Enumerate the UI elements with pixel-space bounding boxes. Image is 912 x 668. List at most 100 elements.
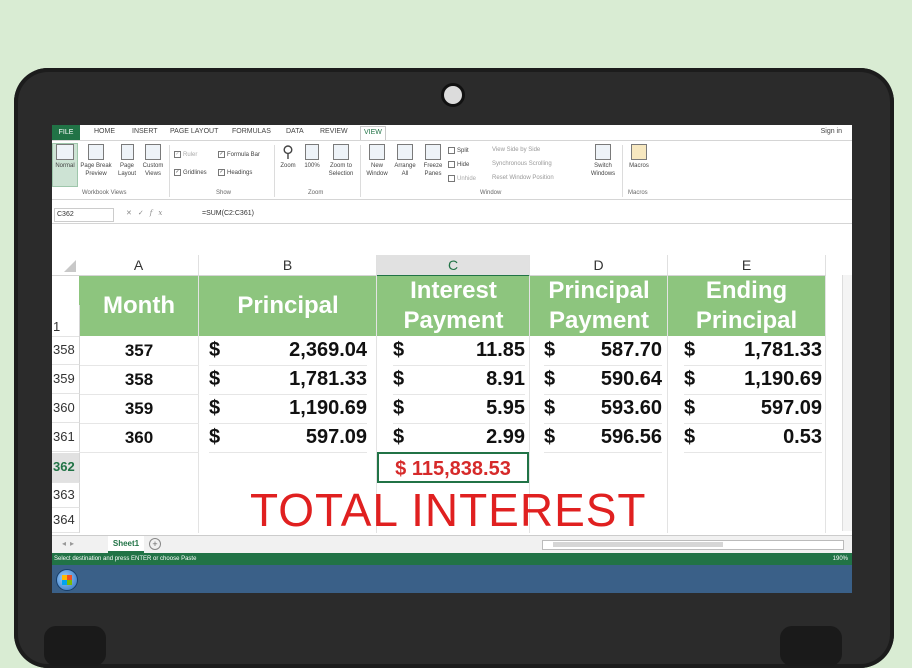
ruler-checkbox[interactable]: ✓ Ruler	[174, 151, 197, 158]
separator	[622, 145, 623, 197]
cell-currency: $	[209, 365, 229, 395]
cell-principal-payment[interactable]: 587.70	[564, 336, 662, 366]
laptop-hinge-right	[780, 626, 842, 666]
laptop-hinge-left	[44, 626, 106, 666]
row-header-363[interactable]: 363	[52, 483, 80, 508]
cell-currency: $	[393, 423, 413, 453]
row-header[interactable]: 359	[52, 365, 80, 394]
horizontal-scrollbar[interactable]	[542, 540, 844, 550]
hide-button[interactable]: Hide	[448, 161, 469, 168]
sheet-nav-arrows[interactable]: ◂▸	[62, 539, 78, 548]
headings-checkbox[interactable]: ✓ Headings	[218, 169, 252, 176]
cell-currency: $	[684, 423, 704, 453]
synchronous-scrolling-button[interactable]: Synchronous Scrolling	[492, 161, 552, 167]
cell-principal-payment[interactable]: 590.64	[564, 365, 662, 395]
custom-views-icon	[145, 144, 161, 160]
zoom-100-button[interactable]: 100%	[302, 144, 322, 170]
select-all-corner[interactable]	[52, 255, 79, 276]
cell-currency: $	[209, 394, 229, 424]
column-header-b[interactable]: B	[199, 255, 377, 276]
cell-principal-payment[interactable]: 593.60	[564, 394, 662, 424]
cell-interest[interactable]: 11.85	[413, 336, 525, 366]
cell-interest[interactable]: 8.91	[413, 365, 525, 395]
zoom-level[interactable]: 190%	[833, 553, 848, 565]
ribbon-view: Normal Page Break Preview Page Layout Cu…	[52, 141, 852, 200]
tab-home[interactable]: HOME	[94, 128, 115, 135]
view-side-by-side-button[interactable]: View Side by Side	[492, 147, 540, 153]
cell-month[interactable]: 359	[79, 394, 199, 424]
cell-month[interactable]: 357	[79, 336, 199, 366]
row-header-364[interactable]: 364	[52, 508, 80, 533]
row-header[interactable]: 361	[52, 423, 80, 452]
zoom-button[interactable]: ⚲ Zoom	[278, 144, 298, 170]
cell-principal[interactable]: 2,369.04	[229, 336, 367, 366]
cell-principal[interactable]: 1,190.69	[229, 394, 367, 424]
custom-views-button[interactable]: Custom Views	[140, 144, 166, 178]
split-button[interactable]: Split	[448, 147, 469, 154]
arrange-all-icon	[397, 144, 413, 160]
tab-review[interactable]: REVIEW	[320, 128, 348, 135]
cell-currency: $	[544, 336, 564, 366]
column-header-d[interactable]: D	[530, 255, 668, 276]
column-header-e[interactable]: E	[668, 255, 826, 276]
total-interest-cell[interactable]: $ 115,838.53	[377, 452, 529, 483]
hide-icon	[448, 161, 455, 168]
windows-logo-icon	[62, 575, 72, 585]
cell-ending-principal[interactable]: 0.53	[704, 423, 822, 453]
add-sheet-icon[interactable]: +	[149, 538, 161, 550]
cell-currency: $	[209, 423, 229, 453]
header-principal-payment: Principal Payment	[548, 277, 650, 334]
cell-principal[interactable]: 1,781.33	[229, 365, 367, 395]
cell-month[interactable]: 358	[79, 365, 199, 395]
gridlines-checkbox[interactable]: ✓ Gridlines	[174, 169, 207, 176]
macros-button[interactable]: Macros	[626, 144, 652, 170]
column-header-a[interactable]: A	[79, 255, 199, 276]
cell-principal[interactable]: 597.09	[229, 423, 367, 453]
normal-view-button[interactable]: Normal	[52, 143, 78, 187]
new-window-button[interactable]: New Window	[364, 144, 390, 178]
cell-principal-payment[interactable]: 596.56	[564, 423, 662, 453]
page-layout-button[interactable]: Page Layout	[116, 144, 138, 178]
vertical-scrollbar[interactable]	[842, 275, 852, 531]
cell-interest[interactable]: 5.95	[413, 394, 525, 424]
row-header[interactable]: 358	[52, 336, 80, 365]
tab-view[interactable]: VIEW	[360, 126, 386, 140]
separator	[360, 145, 361, 197]
name-box[interactable]: C362	[54, 208, 114, 222]
formula-bar-checkbox[interactable]: ✓ Formula Bar	[218, 151, 260, 158]
zoom-to-selection-button[interactable]: Zoom to Selection	[324, 144, 358, 178]
page-layout-icon	[120, 144, 134, 160]
unhide-icon	[448, 175, 455, 182]
cell-interest[interactable]: 2.99	[413, 423, 525, 453]
reset-window-position-button[interactable]: Reset Window Position	[492, 175, 554, 181]
column-header-c[interactable]: C	[377, 255, 530, 278]
cell-currency: $	[393, 365, 413, 395]
cell-ending-principal[interactable]: 1,190.69	[704, 365, 822, 395]
tab-data[interactable]: DATA	[286, 128, 304, 135]
cell-month[interactable]: 360	[79, 423, 199, 453]
sign-in-link[interactable]: Sign in	[821, 128, 842, 135]
scroll-thumb[interactable]	[553, 542, 723, 547]
page-break-preview-button[interactable]: Page Break Preview	[79, 144, 113, 178]
cell-ending-principal[interactable]: 1,781.33	[704, 336, 822, 366]
magnifier-icon: ⚲	[282, 144, 294, 161]
tab-file[interactable]: FILE	[52, 125, 80, 140]
tab-insert[interactable]: INSERT	[132, 128, 158, 135]
row-header[interactable]: 360	[52, 394, 80, 423]
row-header-1[interactable]: 1	[52, 305, 80, 337]
cell-currency: $	[544, 394, 564, 424]
arrange-all-button[interactable]: Arrange All	[392, 144, 418, 178]
sheet-tab-sheet1[interactable]: Sheet1	[108, 536, 144, 553]
row-header-362[interactable]: 362	[52, 453, 80, 483]
unhide-button[interactable]: Unhide	[448, 175, 476, 182]
checkbox-icon: ✓	[174, 169, 181, 176]
switch-windows-button[interactable]: Switch Windows	[586, 144, 620, 178]
tab-formulas[interactable]: FORMULAS	[232, 128, 271, 135]
formula-input[interactable]: =SUM(C2:C361)	[202, 210, 254, 217]
cell-ending-principal[interactable]: 597.09	[704, 394, 822, 424]
windows-start-button[interactable]	[56, 569, 78, 591]
tab-page-layout[interactable]: PAGE LAYOUT	[170, 128, 218, 135]
freeze-panes-button[interactable]: Freeze Panes	[420, 144, 446, 178]
workbook-views-group-label: Workbook Views	[82, 190, 127, 196]
zoom-100-icon	[305, 144, 319, 160]
